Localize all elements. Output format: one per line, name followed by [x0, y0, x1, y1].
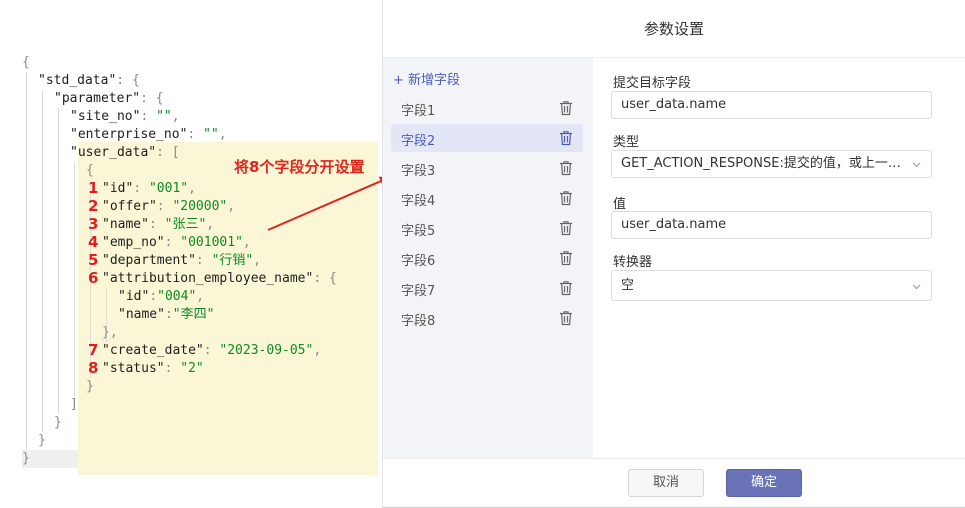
code-line: } — [86, 379, 94, 394]
field-item-label: 字段5 — [401, 224, 436, 239]
dialog-body: + 新增字段 字段1 字段2 字段3 字段4 字段5 字段6 字段7 字段8 提… — [383, 57, 965, 459]
trash-icon[interactable] — [559, 220, 573, 236]
field-marker: 5 — [88, 251, 99, 269]
trash-icon[interactable] — [559, 250, 573, 266]
field-list-sidebar: + 新增字段 字段1 字段2 字段3 字段4 字段5 字段6 字段7 字段8 — [383, 58, 593, 459]
trash-icon[interactable] — [559, 160, 573, 176]
converter-label: 转换器 — [613, 255, 653, 270]
trash-icon[interactable] — [559, 100, 573, 116]
indent-guide — [26, 72, 27, 450]
field-item-label: 字段4 — [401, 194, 436, 209]
chevron-down-icon — [912, 284, 921, 290]
cancel-button[interactable]: 取消 — [628, 469, 704, 497]
code-line: { — [22, 55, 30, 70]
field-item[interactable]: 字段6 — [391, 244, 583, 272]
field-item-selected[interactable]: 字段2 — [391, 124, 583, 152]
field-marker: 4 — [88, 233, 99, 251]
code-line: "attribution_employee_name": { — [102, 271, 337, 286]
code-line: } — [54, 415, 62, 430]
code-line: "enterprise_no": "", — [70, 127, 227, 142]
field-item[interactable]: 字段3 — [391, 154, 583, 182]
code-line: "id": "001", — [102, 181, 196, 196]
code-line: ] — [70, 397, 78, 412]
code-line: "name":"李四" — [118, 307, 215, 322]
field-marker: 7 — [88, 341, 99, 359]
annotation-label: 将8个字段分开设置 — [234, 158, 365, 176]
field-item-label: 字段1 — [401, 104, 436, 119]
target-field-label: 提交目标字段 — [613, 76, 692, 91]
code-line: "offer": "20000", — [102, 199, 236, 214]
field-item-label: 字段6 — [401, 254, 436, 269]
code-line: } — [38, 433, 46, 448]
type-label: 类型 — [613, 135, 640, 150]
code-line: }, — [102, 325, 118, 340]
add-field-button[interactable]: + 新增字段 — [393, 69, 460, 88]
code-line: "create_date": "2023-09-05", — [102, 343, 322, 358]
target-field-input[interactable]: user_data.name — [611, 91, 932, 119]
indent-guide — [58, 108, 59, 414]
indent-guide — [42, 90, 43, 432]
field-marker: 6 — [88, 269, 99, 287]
converter-select-value: 空 — [621, 278, 635, 293]
field-item[interactable]: 字段4 — [391, 184, 583, 212]
field-marker: 1 — [88, 179, 99, 197]
trash-icon[interactable] — [559, 310, 573, 326]
value-label: 值 — [613, 197, 627, 212]
code-line: "site_no": "", — [70, 109, 180, 124]
trash-icon[interactable] — [559, 130, 573, 146]
dialog-footer: 取消 确定 — [383, 458, 965, 508]
code-line: "parameter": { — [54, 91, 164, 106]
parameter-settings-dialog: 参数设置 + 新增字段 字段1 字段2 字段3 字段4 字段5 字段6 字段7 … — [382, 0, 965, 508]
code-line: "department": "行销", — [102, 253, 262, 268]
field-marker: 3 — [88, 215, 99, 233]
code-line: "status": "2" — [102, 361, 204, 376]
field-item-label: 字段8 — [401, 314, 436, 329]
type-select[interactable]: GET_ACTION_RESPONSE:提交的值，或上一个ac... — [611, 150, 932, 178]
chevron-down-icon — [912, 162, 921, 168]
json-code-panel: { "std_data": { "parameter": { "site_no"… — [22, 54, 378, 475]
dialog-title: 参数设置 — [643, 20, 704, 38]
code-line: "emp_no": "001001", — [102, 235, 251, 250]
converter-select[interactable]: 空 — [611, 270, 932, 301]
field-item-label: 字段2 — [401, 134, 436, 149]
field-marker: 8 — [88, 359, 99, 377]
trash-icon[interactable] — [559, 280, 573, 296]
field-item[interactable]: 字段8 — [391, 304, 583, 332]
field-item[interactable]: 字段7 — [391, 274, 583, 302]
indent-guide — [74, 162, 75, 396]
code-line: } — [22, 451, 30, 466]
field-form: 提交目标字段 user_data.name 类型 GET_ACTION_RESP… — [611, 58, 934, 459]
field-item-label: 字段7 — [401, 284, 436, 299]
field-item-label: 字段3 — [401, 164, 436, 179]
field-item[interactable]: 字段1 — [391, 94, 583, 122]
confirm-button[interactable]: 确定 — [726, 469, 802, 497]
value-input[interactable]: user_data.name — [611, 211, 932, 239]
code-line: "std_data": { — [38, 73, 140, 88]
field-item[interactable]: 字段5 — [391, 214, 583, 242]
code-line: "id":"004", — [118, 289, 205, 304]
field-marker: 2 — [88, 197, 99, 215]
trash-icon[interactable] — [559, 190, 573, 206]
code-line: { — [86, 163, 94, 178]
type-select-value: GET_ACTION_RESPONSE:提交的值，或上一个ac... — [621, 156, 929, 171]
code-line: "user_data": [ — [70, 145, 180, 160]
code-line: "name": "张三", — [102, 217, 215, 232]
